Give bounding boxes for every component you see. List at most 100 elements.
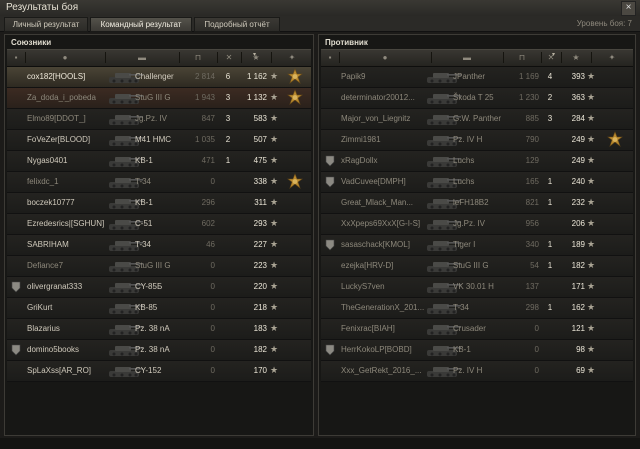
player-name: felixdc_1 (27, 177, 59, 186)
enemies-title: Противник (325, 38, 368, 47)
vehicle-name: C-51 (135, 219, 153, 228)
xp-col-icon[interactable]: ★ ▾ (241, 52, 270, 63)
xp-value: 162 (571, 303, 585, 312)
tab-team-result[interactable]: Командный результат (90, 17, 192, 32)
table-row[interactable]: ezejka[HRV-D] StuG III G 54 1 182 ★ (321, 256, 633, 277)
player-name: domino5books (27, 345, 80, 354)
xp-value: 69 (576, 366, 585, 375)
star-icon: ★ (587, 281, 596, 291)
table-row[interactable]: VadCuvee[DMPH] Luchs 165 1 240 ★ (321, 172, 633, 193)
platoon-col-icon[interactable]: ▪ (325, 52, 335, 63)
medal-icon (287, 68, 303, 86)
table-row[interactable]: Za_doda_i_pobeda StuG III G 1 943 3 1 132 ★ (7, 88, 311, 109)
xp-value: 284 (571, 114, 585, 123)
medal-col-icon[interactable]: ✦ (591, 52, 632, 63)
player-name: XxXpeps69XxX[G-I-S] (341, 219, 421, 228)
xp-value: 249 (571, 156, 585, 165)
vehicle-name: CY-152 (135, 366, 162, 375)
player-name: Defiance7 (27, 261, 64, 270)
table-row[interactable]: FoVeZer[BLOOD] M41 HMC 1 035 2 507 ★ (7, 130, 311, 151)
xp-value: 182 (253, 345, 267, 354)
damage-value: 821 (525, 198, 539, 207)
kills-col-icon[interactable]: ✕ (541, 52, 560, 63)
table-row[interactable]: SpLaXss[AR_RO] CY-152 0 170 ★ (7, 361, 311, 382)
xp-value: 121 (571, 324, 585, 333)
table-row[interactable]: xRagDollx Luchs 129 249 ★ (321, 151, 633, 172)
table-row[interactable]: Defiance7 StuG III G 0 223 ★ (7, 256, 311, 277)
damage-value: 296 (201, 198, 215, 207)
table-row[interactable]: HerrKokoLP[BOBD] KB-1 0 98 ★ (321, 340, 633, 361)
platoon-col-icon[interactable]: ▪ (11, 52, 21, 63)
table-row[interactable]: Zimmi1981 Pz. IV H 790 249 ★ (321, 130, 633, 151)
table-row[interactable]: GriKurt KB-85 0 218 ★ (7, 298, 311, 319)
xp-value: 218 (253, 303, 267, 312)
xp-value: 189 (571, 240, 585, 249)
table-row[interactable]: Xxx_GetRekt_2016_... Pz. IV H 0 69 ★ (321, 361, 633, 382)
table-row[interactable]: sasaschack[KMOL] Tiger I 340 1 189 ★ (321, 235, 633, 256)
vehicle-name: Crusader (453, 324, 486, 333)
player-col-icon[interactable]: ● (339, 52, 430, 63)
table-row[interactable]: Nygas0401 KB-1 471 1 475 ★ (7, 151, 311, 172)
vehicle-name: KB-1 (135, 156, 153, 165)
table-row[interactable]: LuckyS7ven VK 30.01 H 137 171 ★ (321, 277, 633, 298)
table-row[interactable]: Ezredesrics|[SGHUN] C-51 602 293 ★ (7, 214, 311, 235)
table-row[interactable]: olivergranat333 CY-85Б 0 220 ★ (7, 277, 311, 298)
star-icon: ★ (587, 176, 596, 186)
vehicle-name: M41 HMC (135, 135, 172, 144)
kills-value: 3 (225, 93, 231, 102)
damage-value: 0 (534, 345, 539, 354)
vehicle-name: StuG III G (453, 261, 489, 270)
vehicle-col-icon[interactable]: ▬ (105, 52, 178, 63)
table-row[interactable]: Blazarius Pz. 38 nA 0 183 ★ (7, 319, 311, 340)
kills-value: 6 (225, 72, 231, 81)
table-row[interactable]: Fenixrac[BIAH] Crusader 0 121 ★ (321, 319, 633, 340)
table-row[interactable]: XxXpeps69XxX[G-I-S] Jg.Pz. IV 956 206 ★ (321, 214, 633, 235)
star-icon: ★ (270, 197, 279, 207)
xp-col-icon[interactable]: ★ ▾ (552, 52, 590, 63)
damage-value: 885 (525, 114, 539, 123)
star-icon: ★ (587, 239, 596, 249)
table-row[interactable]: domino5books Pz. 38 nA 0 182 ★ (7, 340, 311, 361)
player-name: cox182[HOOLS] (27, 72, 86, 81)
player-col-icon[interactable]: ● (25, 52, 104, 63)
tab-detailed-report[interactable]: Подробный отчёт (194, 17, 280, 32)
vehicle-name: VK 30.01 H (453, 282, 494, 291)
damage-value: 298 (525, 303, 539, 312)
star-icon: ★ (270, 239, 279, 249)
close-icon[interactable]: × (621, 1, 636, 16)
table-row[interactable]: Great_Mlack_Man... leFH18B2 821 1 232 ★ (321, 193, 633, 214)
vehicle-col-icon[interactable]: ▬ (431, 52, 502, 63)
medal-col-icon[interactable]: ✦ (271, 52, 312, 63)
table-row[interactable]: Elmo89[DDOT_] Jg.Pz. IV 847 3 583 ★ (7, 109, 311, 130)
damage-value: 0 (534, 324, 539, 333)
kills-col-icon[interactable]: ✕ (217, 52, 240, 63)
tab-bar: Личный результат Командный результат Под… (0, 16, 640, 32)
xp-value: 311 (254, 198, 267, 207)
table-row[interactable]: determinator20012... Škoda T 25 1 230 2 363 ★ (321, 88, 633, 109)
xp-value: 98 (576, 345, 585, 354)
table-row[interactable]: TheGenerationX_201... T-34 298 1 162 ★ (321, 298, 633, 319)
table-row[interactable]: boczek10777 KB-1 296 311 ★ (7, 193, 311, 214)
player-name: olivergranat333 (27, 282, 83, 291)
table-row[interactable]: Papik9 JPanther 1 169 4 393 ★ (321, 67, 633, 88)
window-title: Результаты боя (6, 2, 79, 13)
damage-value: 340 (525, 240, 539, 249)
enemies-panel: Противник ▪ ● ▬ ⊓ ✕ ★ ▾ ✦ Papik9 JPanther 1… (318, 34, 636, 436)
damage-col-icon[interactable]: ⊓ (503, 52, 540, 63)
vehicle-name: Jg.Pz. IV (135, 114, 168, 123)
xp-value: 227 (253, 240, 267, 249)
bottom-bar (0, 438, 640, 449)
table-row[interactable]: Major_von_Liegnitz G.W. Panther 885 3 284 ★ (321, 109, 633, 130)
tab-personal-result[interactable]: Личный результат (4, 17, 88, 32)
player-name: Zimmi1981 (341, 135, 381, 144)
damage-value: 847 (201, 114, 215, 123)
platoon-icon (325, 155, 335, 167)
table-row[interactable]: felixdc_1 T-34 0 338 ★ (7, 172, 311, 193)
xp-value: 1 132 (246, 93, 267, 102)
xp-value: 249 (571, 135, 585, 144)
platoon-icon (11, 344, 21, 356)
damage-col-icon[interactable]: ⊓ (179, 52, 216, 63)
table-row[interactable]: SABRIHAM T-34 46 227 ★ (7, 235, 311, 256)
vehicle-name: KB-85 (135, 303, 158, 312)
table-row[interactable]: cox182[HOOLS] Challenger 2 814 6 1 162 ★ (7, 67, 311, 88)
